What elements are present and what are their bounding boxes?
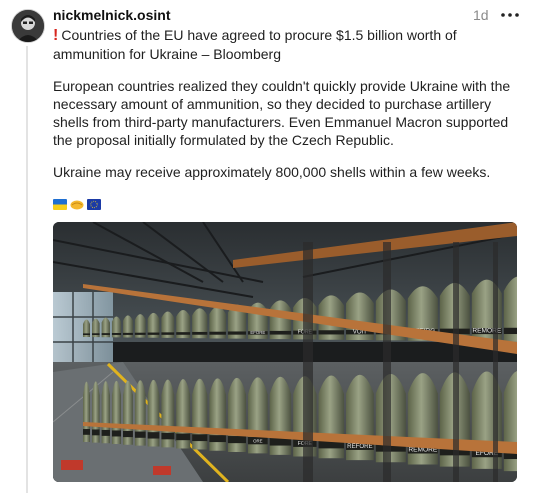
post-headline: ! Countries of the EU have agreed to proc… [53, 26, 523, 63]
rack-post [303, 242, 313, 482]
headline-text: Countries of the EU have agreed to procu… [53, 27, 457, 62]
post-image[interactable]: EFOREFOREVOITREFIRGREMOREOREFOREREFORERE… [53, 222, 517, 482]
shell-band [101, 333, 110, 335]
ukraine-flag-icon [53, 198, 67, 210]
shell-band [134, 431, 146, 438]
post-paragraph: Ukraine may receive approximately 800,00… [53, 164, 491, 180]
shell-band [147, 432, 160, 439]
handshake-icon [70, 200, 84, 209]
rack-post [493, 242, 498, 482]
rack-post [453, 242, 459, 482]
shell-band [147, 332, 160, 335]
shell-band [503, 327, 517, 335]
shell-band [123, 430, 133, 438]
shell-band [318, 330, 345, 335]
thread-line [26, 46, 28, 493]
shell-label: EFORE [250, 330, 265, 335]
avatar[interactable] [11, 9, 45, 43]
avatar-photo [12, 10, 44, 42]
shell-band [92, 429, 100, 436]
rack-post [383, 242, 391, 482]
shell-band [209, 435, 226, 443]
shell-label: ORE [253, 438, 262, 443]
shell-band [161, 432, 175, 440]
shell-band [192, 331, 208, 335]
shell-band [111, 430, 122, 437]
shell-band [192, 434, 208, 442]
shell-band [92, 333, 100, 335]
username[interactable]: nickmelnick.osint [53, 7, 170, 23]
shell-band [101, 429, 110, 436]
shell-band [176, 332, 191, 335]
shell-band [83, 429, 90, 435]
more-options-button[interactable] [498, 5, 522, 25]
artillery-shell-warehouse-photo: EFOREFOREVOITREFIRGREMOREOREFOREREFORERE… [53, 222, 517, 482]
emoji-row [53, 197, 101, 211]
shell-band [269, 330, 292, 335]
shell-band [209, 331, 226, 335]
post-body: ! Countries of the EU have agreed to proc… [53, 26, 523, 181]
shell-band [227, 331, 246, 335]
post-paragraph: European countries realized they couldn'… [53, 78, 511, 148]
more-options-icon [501, 13, 519, 17]
shell-band [123, 332, 133, 335]
eu-flag-icon [87, 198, 101, 210]
shell-band [134, 332, 146, 335]
shell-band [227, 436, 246, 444]
shell-band [83, 333, 90, 335]
shell-band [161, 332, 175, 335]
shell-band [111, 333, 122, 335]
shell-band [176, 433, 191, 441]
timestamp[interactable]: 1d [473, 7, 489, 23]
red-exclamation-icon: ! [53, 27, 59, 44]
